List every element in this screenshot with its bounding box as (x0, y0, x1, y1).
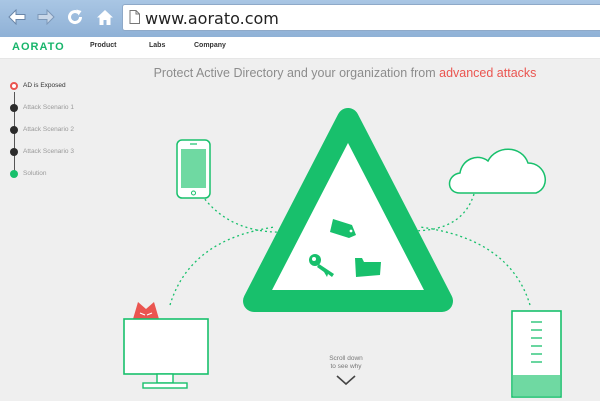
nav-link-product[interactable]: Product (90, 42, 116, 49)
forward-arrow-icon[interactable] (35, 6, 57, 28)
server-icon (511, 310, 562, 398)
chevron-down-icon[interactable] (336, 375, 356, 386)
logo[interactable]: AORATO (12, 41, 65, 53)
phone-icon (176, 139, 211, 199)
nav-link-labs[interactable]: Labs (149, 42, 165, 49)
nav-link-company[interactable]: Company (194, 42, 226, 49)
url-text: www.aorato.com (145, 9, 279, 28)
page-icon (129, 10, 140, 29)
address-bar[interactable]: www.aorato.com (122, 4, 600, 31)
reload-icon[interactable] (64, 6, 86, 28)
monitor-icon (123, 318, 209, 389)
home-icon[interactable] (94, 6, 116, 28)
attacker-icon (133, 302, 159, 319)
scroll-cue[interactable]: Scroll down to see why (316, 355, 376, 371)
back-arrow-icon[interactable] (6, 6, 28, 28)
warning-triangle-icon (243, 108, 453, 312)
site-header: AORATO Product Labs Company (0, 37, 600, 59)
browser-toolbar: www.aorato.com (0, 0, 600, 37)
illustration (123, 108, 562, 398)
cloud-icon (448, 148, 546, 194)
